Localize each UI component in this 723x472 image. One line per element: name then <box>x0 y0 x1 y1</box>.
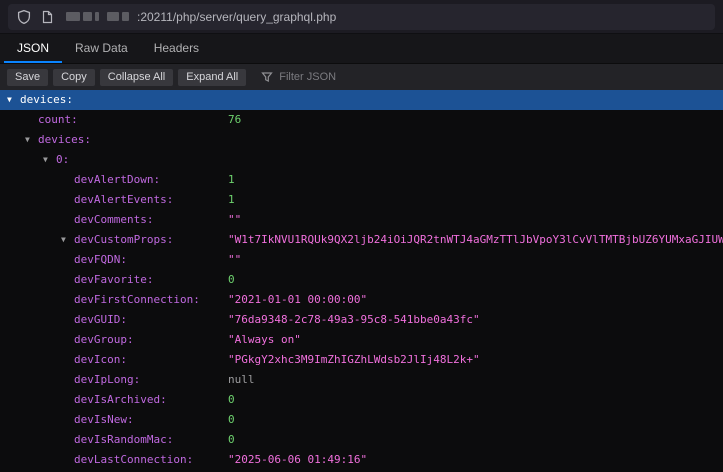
expand-arrow-icon[interactable]: ▼ <box>25 130 30 150</box>
json-key: devCustomProps: <box>74 230 173 250</box>
json-value: 1 <box>228 170 235 190</box>
collapse-all-button[interactable]: Collapse All <box>100 69 173 86</box>
json-key: devAlertEvents: <box>74 190 173 210</box>
json-row[interactable]: devAlertEvents: 1 <box>0 190 723 210</box>
json-row[interactable]: ▼ devices: <box>0 90 723 110</box>
expand-arrow-icon[interactable]: ▼ <box>43 150 48 170</box>
json-key: devices: <box>38 130 91 150</box>
json-key: devFirstConnection: <box>74 290 200 310</box>
jsonviewer-tab-bar: JSON Raw Data Headers <box>0 34 723 64</box>
json-key: devices: <box>20 90 73 110</box>
json-value: "2021-01-01 00:00:00" <box>228 290 367 310</box>
json-row[interactable]: devIsArchived: 0 <box>0 390 723 410</box>
json-key: devIpLong: <box>74 370 140 390</box>
json-value: "2025-06-06 01:49:16" <box>228 450 367 470</box>
json-row[interactable]: devIsRandomMac: 0 <box>0 430 723 450</box>
tab-raw-data[interactable]: Raw Data <box>62 34 141 63</box>
json-row[interactable]: ▼ devCustomProps: "W1t7IkNVU1RQUk9QX2ljb24… <box>0 230 723 250</box>
json-key: count: <box>38 110 78 130</box>
filter-placeholder: Filter JSON <box>279 71 336 83</box>
json-value: 1 <box>228 190 235 210</box>
expand-all-button[interactable]: Expand All <box>178 69 246 86</box>
json-value: 0 <box>228 410 235 430</box>
json-value: "Always on" <box>228 330 301 350</box>
browser-toolbar: :20211/php/server/query_graphql.php <box>0 0 723 34</box>
tab-json[interactable]: JSON <box>4 34 62 63</box>
shield-icon[interactable] <box>16 9 32 25</box>
json-value: 0 <box>228 430 235 450</box>
firefox-window: :20211/php/server/query_graphql.php JSON… <box>0 0 723 472</box>
json-value: "W1t7IkNVU1RQUk9QX2ljb24iOiJQR2tnWTJ4aGM… <box>228 230 723 250</box>
json-row[interactable]: devIsNew: 0 <box>0 410 723 430</box>
json-value: "76da9348-2c78-49a3-95c8-541bbe0a43fc" <box>228 310 480 330</box>
json-toolbar: Save Copy Collapse All Expand All Filter… <box>0 64 723 90</box>
json-row[interactable]: ▼ devices: <box>0 130 723 150</box>
json-key: devGUID: <box>74 310 127 330</box>
json-key: devComments: <box>74 210 153 230</box>
json-row[interactable]: count: 76 <box>0 110 723 130</box>
tab-raw-data-label: Raw Data <box>75 41 128 55</box>
json-row[interactable]: devFavorite: 0 <box>0 270 723 290</box>
json-key: devIsArchived: <box>74 390 167 410</box>
json-key: devFQDN: <box>74 250 127 270</box>
url-text: :20211/php/server/query_graphql.php <box>137 10 336 24</box>
json-value: "" <box>228 210 241 230</box>
json-value: "PGkgY2xhc3M9ImZhIGZhLWdsb2JlIj48L2k+" <box>228 350 480 370</box>
url-bar-icons <box>16 9 54 25</box>
json-value: 0 <box>228 270 235 290</box>
json-row[interactable]: devGroup: "Always on" <box>0 330 723 350</box>
json-key: devAlertDown: <box>74 170 160 190</box>
json-key: devGroup: <box>74 330 134 350</box>
json-row[interactable]: devIcon: "PGkgY2xhc3M9ImZhIGZhLWdsb2JlIj4… <box>0 350 723 370</box>
json-row[interactable]: devGUID: "76da9348-2c78-49a3-95c8-541bbe0… <box>0 310 723 330</box>
save-button[interactable]: Save <box>7 69 48 86</box>
tab-headers[interactable]: Headers <box>141 34 212 63</box>
json-row[interactable]: ▼ 0: <box>0 150 723 170</box>
expand-arrow-icon[interactable]: ▼ <box>61 230 66 250</box>
json-key: devIsNew: <box>74 410 134 430</box>
page-info-icon[interactable] <box>40 10 54 24</box>
json-row[interactable]: devAlertDown: 1 <box>0 170 723 190</box>
json-key: devIcon: <box>74 350 127 370</box>
json-value: "" <box>228 250 241 270</box>
url-bar[interactable]: :20211/php/server/query_graphql.php <box>8 4 715 30</box>
expand-arrow-icon[interactable]: ▼ <box>7 90 12 110</box>
json-tree: ▼devices:count:76▼devices:▼0:devAlertDow… <box>0 90 723 472</box>
json-row[interactable]: devFQDN: "" <box>0 250 723 270</box>
redacted-host <box>66 12 129 21</box>
json-key: devLastConnection: <box>74 450 193 470</box>
json-value: 76 <box>228 110 241 130</box>
tab-headers-label: Headers <box>154 41 199 55</box>
filter-icon <box>261 71 273 83</box>
json-key: 0: <box>56 150 69 170</box>
json-row[interactable]: devLastConnection: "2025-06-06 01:49:16" <box>0 450 723 470</box>
copy-button[interactable]: Copy <box>53 69 95 86</box>
json-row[interactable]: devComments: "" <box>0 210 723 230</box>
json-value: null <box>228 370 255 390</box>
json-row[interactable]: devIpLong: null <box>0 370 723 390</box>
tab-json-label: JSON <box>17 41 49 55</box>
json-value: 0 <box>228 390 235 410</box>
filter-json-input[interactable]: Filter JSON <box>261 71 336 83</box>
json-key: devFavorite: <box>74 270 153 290</box>
json-key: devIsRandomMac: <box>74 430 173 450</box>
json-row[interactable]: devFirstConnection: "2021-01-01 00:00:00" <box>0 290 723 310</box>
